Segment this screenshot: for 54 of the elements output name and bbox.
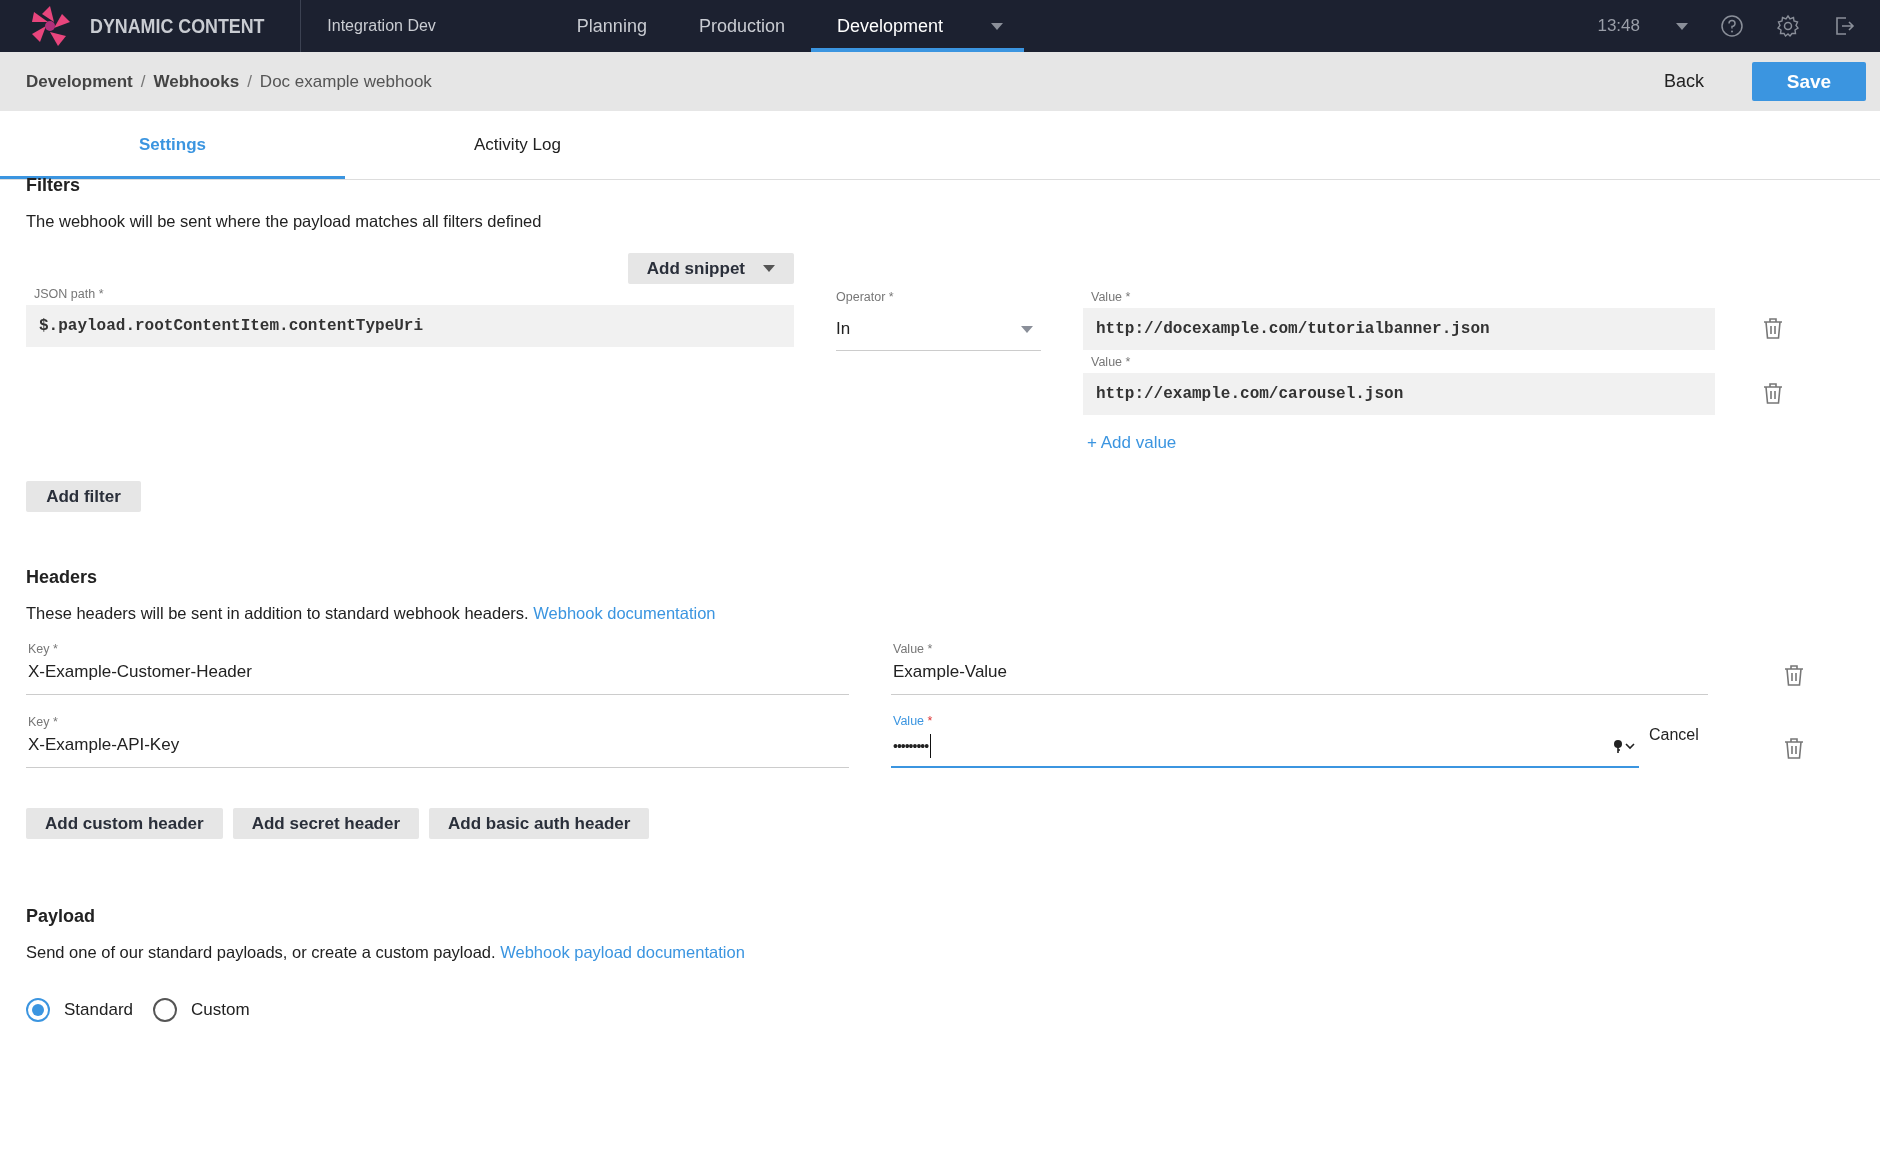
key-field[interactable]: X-Example-Customer-Header — [26, 662, 849, 695]
field-label: Value * — [1091, 290, 1132, 304]
back-button[interactable]: Back — [1651, 63, 1716, 100]
breadcrumb-link[interactable]: Development — [26, 71, 133, 92]
help-icon[interactable] — [1720, 14, 1744, 38]
radio-label[interactable]: Standard — [64, 1000, 133, 1020]
section-description: These headers will be sent in addition to standard webhook headers. Webhook documentation — [26, 604, 717, 623]
field-label: Value * — [893, 642, 934, 656]
key-icon — [1613, 739, 1637, 753]
caret-icon — [1021, 325, 1033, 333]
nav-tab[interactable]: Production — [672, 0, 811, 52]
field-label: Value * — [893, 714, 934, 728]
field-label: Value * — [1091, 355, 1132, 369]
field-label: Operator * — [836, 290, 895, 304]
key-field[interactable]: X-Example-API-Key — [26, 735, 849, 768]
operator-dropdown[interactable]: In — [836, 308, 1041, 351]
breadcrumb-separator: / — [140, 71, 146, 92]
radio-button[interactable] — [26, 998, 50, 1022]
nav-tab[interactable]: Planning — [550, 0, 673, 52]
breadcrumb-link[interactable]: Webhooks — [153, 71, 240, 92]
section-description: The webhook will be sent where the payload matches all filters defined — [26, 212, 543, 231]
cancel-link[interactable]: Cancel — [1649, 726, 1699, 744]
trash-icon[interactable] — [1761, 316, 1785, 340]
section-heading: Headers — [26, 568, 99, 586]
json-path-field[interactable]: $.payload.rootContentItem.contentTypeUri — [26, 305, 794, 347]
value-field[interactable]: Example-Value — [891, 662, 1708, 695]
breadcrumb-separator: / — [247, 71, 252, 92]
add-filter-button[interactable]: Add filter — [26, 481, 141, 512]
settings-icon[interactable] — [1776, 14, 1800, 38]
value-field[interactable]: http://example.com/carousel.json — [1083, 373, 1715, 415]
add-header-button[interactable]: Add secret header — [232, 808, 420, 839]
caret-icon[interactable] — [991, 22, 1004, 30]
field-label: Key * — [28, 715, 59, 729]
section-heading: Filters — [26, 176, 82, 194]
trash-icon[interactable] — [1782, 736, 1806, 760]
value-field[interactable]: http://docexample.com/tutorialbanner.json — [1083, 308, 1715, 350]
radio-button[interactable] — [153, 998, 177, 1022]
clock-time: 13:48 — [1597, 16, 1640, 36]
section-heading: Payload — [26, 907, 97, 925]
secret-value-field[interactable]: ••••••••• — [891, 734, 1639, 768]
field-label: JSON path * — [34, 287, 105, 301]
add-snippet-button[interactable]: Add snippet — [627, 253, 794, 284]
trash-icon[interactable] — [1782, 663, 1806, 687]
add-header-button[interactable]: Add basic auth header — [429, 808, 650, 839]
section-description: Send one of our standard payloads, or create a custom payload. Webhook payload documentation — [26, 943, 746, 962]
caret-icon[interactable] — [1676, 22, 1688, 30]
field-label: Key * — [28, 642, 59, 656]
add-header-button[interactable]: Add custom header — [26, 808, 223, 839]
app-name: DYNAMIC CONTENT — [90, 14, 265, 38]
radio-label[interactable]: Custom — [191, 1000, 250, 1020]
trash-icon[interactable] — [1761, 381, 1785, 405]
tab[interactable]: Activity Log — [345, 111, 690, 179]
hub-name[interactable]: Integration Dev — [327, 17, 436, 35]
caret-icon — [763, 265, 775, 272]
